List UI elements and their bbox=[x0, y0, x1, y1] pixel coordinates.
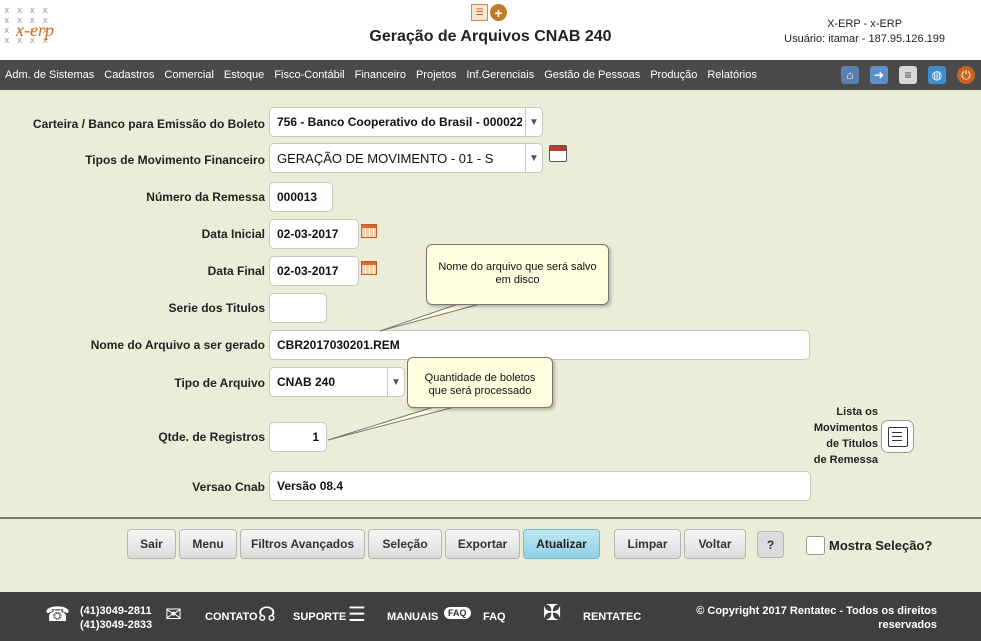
tipo-arquivo-value: CNAB 240 bbox=[277, 375, 336, 389]
menu-icon[interactable]: ☰ bbox=[471, 4, 488, 21]
phone-numbers: (41)3049-2811 (41)3049-2833 bbox=[80, 604, 152, 632]
nav-item-projetos[interactable]: Projetos bbox=[416, 69, 456, 81]
system-name: X-ERP - x-ERP bbox=[827, 18, 903, 30]
tipos-movimento-select[interactable]: GERAÇÃO DE MOVIMENTO - 01 - S ▼ bbox=[269, 143, 543, 173]
limpar-button[interactable]: Limpar bbox=[614, 529, 681, 559]
nav-item-cadastros[interactable]: Cadastros bbox=[104, 69, 154, 81]
data-inicial-input[interactable]: 02-03-2017 bbox=[269, 219, 359, 249]
numero-remessa-label: Número da Remessa bbox=[146, 190, 265, 204]
document-icon[interactable]: ≡ bbox=[899, 66, 917, 84]
phone-icon: ☎ bbox=[45, 604, 70, 626]
tooltip-pointer-quantidade bbox=[327, 404, 463, 441]
faq-link[interactable]: FAQ bbox=[483, 611, 506, 623]
nav-item-financeiro[interactable]: Financeiro bbox=[355, 69, 406, 81]
lista-movimentos-label: Lista os Movimentos de Titulos de Remess… bbox=[813, 406, 878, 466]
nav-item-comercial[interactable]: Comercial bbox=[164, 69, 214, 81]
selecao-button[interactable]: Seleção bbox=[368, 529, 442, 559]
phone-2: (41)3049-2833 bbox=[80, 619, 153, 631]
nav-items: Adm. de Sistemas Cadastros Comercial Est… bbox=[5, 60, 767, 90]
data-final-input[interactable]: 02-03-2017 bbox=[269, 256, 359, 286]
mostra-selecao-checkbox[interactable] bbox=[806, 536, 825, 555]
tooltip-pointer-nome bbox=[379, 303, 481, 332]
chevron-down-icon[interactable]: ▼ bbox=[387, 368, 404, 396]
user-name: Usuário: itamar - 187.95.126.199 bbox=[784, 33, 945, 45]
data-final-label: Data Final bbox=[207, 264, 265, 278]
main-nav: Adm. de Sistemas Cadastros Comercial Est… bbox=[0, 60, 981, 90]
manuais-link[interactable]: MANUAIS bbox=[387, 611, 438, 623]
phone-1: (41)3049-2811 bbox=[80, 605, 152, 617]
carteira-select[interactable]: 756 - Banco Cooperativo do Brasil - 0000… bbox=[269, 107, 543, 137]
secondary-buttons: Limpar Voltar bbox=[614, 529, 746, 559]
calendar-icon[interactable] bbox=[361, 261, 377, 275]
tooltip-quantidade: Quantidade de boletos que será processad… bbox=[407, 357, 553, 408]
copyright: © Copyright 2017 Rentatec - Todos os dir… bbox=[696, 605, 937, 631]
versao-cnab-input[interactable]: Versão 08.4 bbox=[269, 471, 811, 501]
tipo-arquivo-select[interactable]: CNAB 240 ▼ bbox=[269, 367, 405, 397]
lista-movimentos-button[interactable] bbox=[881, 420, 914, 453]
world-search-icon[interactable]: ◍ bbox=[928, 66, 946, 84]
divider bbox=[0, 517, 981, 519]
mail-icon[interactable]: ✉ bbox=[165, 602, 182, 627]
versao-cnab-label: Versao Cnab bbox=[192, 480, 265, 494]
voltar-button[interactable]: Voltar bbox=[684, 529, 746, 559]
tipo-arquivo-label: Tipo de Arquivo bbox=[174, 376, 265, 390]
nav-item-producao[interactable]: Produção bbox=[650, 69, 697, 81]
footer: ☎ (41)3049-2811 (41)3049-2833 ✉ CONTATO … bbox=[0, 592, 981, 641]
chevron-down-icon[interactable]: ▼ bbox=[525, 108, 542, 136]
home-icon[interactable]: ⌂ bbox=[841, 66, 859, 84]
rentatec-link[interactable]: RENTATEC bbox=[583, 611, 641, 623]
carteira-label: Carteira / Banco para Emissão do Boleto bbox=[32, 117, 265, 131]
qtde-registros-input[interactable]: 1 bbox=[269, 422, 327, 452]
nav-item-estoque[interactable]: Estoque bbox=[224, 69, 264, 81]
rentatec-logo-icon[interactable]: ✠ bbox=[543, 600, 561, 626]
add-favorite-icon[interactable]: + bbox=[490, 4, 507, 21]
nav-item-fisco-contabil[interactable]: Fisco-Contábil bbox=[274, 69, 344, 81]
nome-arquivo-label: Nome do Arquivo a ser gerado bbox=[90, 338, 265, 352]
help-button[interactable]: ? bbox=[757, 531, 784, 558]
nav-item-adm-sistemas[interactable]: Adm. de Sistemas bbox=[5, 69, 94, 81]
exportar-button[interactable]: Exportar bbox=[445, 529, 520, 559]
nome-arquivo-input[interactable]: CBR2017030201.REM bbox=[269, 330, 810, 360]
tipos-movimento-label: Tipos de Movimento Financeiro bbox=[85, 153, 265, 167]
faq-icon[interactable]: FAQ bbox=[444, 607, 471, 619]
menu-button[interactable]: Menu bbox=[179, 529, 237, 559]
tipos-movimento-value: GERAÇÃO DE MOVIMENTO - 01 - S bbox=[277, 150, 494, 166]
nav-item-inf-gerenciais[interactable]: Inf.Gerenciais bbox=[466, 69, 534, 81]
numero-remessa-input[interactable]: 000013 bbox=[269, 182, 333, 212]
report-list-icon bbox=[887, 426, 908, 447]
serie-titulos-input[interactable] bbox=[269, 293, 327, 323]
books-icon[interactable]: ☰ bbox=[348, 602, 366, 627]
power-icon[interactable]: ⏻ bbox=[957, 66, 975, 84]
sair-button[interactable]: Sair bbox=[127, 529, 176, 559]
filtros-avancados-button[interactable]: Filtros Avançados bbox=[240, 529, 365, 559]
serie-titulos-label: Serie dos Titulos bbox=[168, 301, 265, 315]
chevron-down-icon[interactable]: ▼ bbox=[525, 144, 542, 172]
tooltip-nome-arquivo: Nome do arquivo que será salvo em disco bbox=[426, 244, 609, 305]
headset-icon[interactable]: ☊ bbox=[258, 602, 276, 627]
contato-link[interactable]: CONTATO bbox=[205, 611, 258, 623]
calendar-icon[interactable] bbox=[361, 224, 377, 238]
nav-item-relatorios[interactable]: Relatórios bbox=[707, 69, 757, 81]
carteira-value: 756 - Banco Cooperativo do Brasil - 0000… bbox=[277, 115, 522, 129]
data-inicial-label: Data Inicial bbox=[201, 227, 265, 241]
top-icons: ☰ + bbox=[471, 4, 507, 21]
suporte-link[interactable]: SUPORTE bbox=[293, 611, 346, 623]
atualizar-button[interactable]: Atualizar bbox=[523, 529, 600, 559]
qtde-registros-label: Qtde. de Registros bbox=[158, 430, 265, 444]
export-icon[interactable]: ➜ bbox=[870, 66, 888, 84]
nav-icons: ⌂ ➜ ≡ ◍ ⏻ bbox=[841, 66, 975, 84]
mostra-selecao-label: Mostra Seleção? bbox=[829, 538, 933, 553]
calendar-view-icon[interactable] bbox=[549, 145, 567, 162]
user-info: X-ERP - x-ERP Usuário: itamar - 187.95.1… bbox=[784, 17, 945, 47]
nav-item-gestao-pessoas[interactable]: Gestão de Pessoas bbox=[544, 69, 640, 81]
header: x x x xx x x xx x x xx x x x x-erp ☰ + G… bbox=[0, 0, 981, 60]
action-buttons: Sair Menu Filtros Avançados Seleção Expo… bbox=[127, 529, 600, 559]
